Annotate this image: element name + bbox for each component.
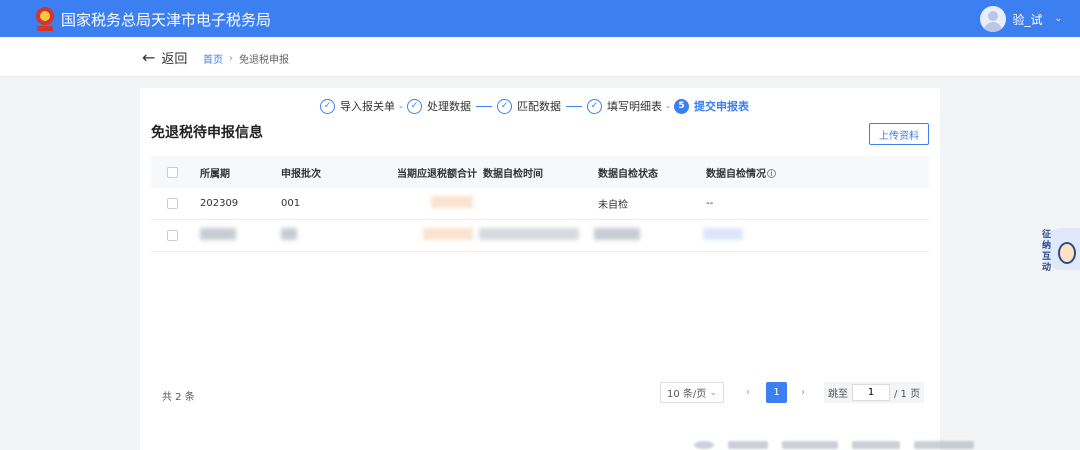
main-card: ✓ 导入报关单 - ✓ 处理数据 ✓ 匹配数据 ✓ 填写明细表 - 5 提交申报… [140,88,940,450]
assistant-avatar-icon [1058,242,1076,264]
page-number-current[interactable]: 1 [766,382,787,403]
step-connector [475,105,492,107]
check-circle-icon: ✓ [586,98,602,114]
upload-button[interactable]: 上传资料 [869,123,929,145]
step-number-badge: 5 [673,98,689,114]
chevron-down-icon: ⌄ [709,387,717,398]
row-checkbox[interactable] [167,198,178,209]
step-label: 导入报关单 [340,100,395,113]
step-label: 提交申报表 [693,100,749,113]
column-header: 数据自检时间 [483,168,543,180]
back-label: 返回 [161,52,188,67]
step-submit-report: 5 提交申报表 [673,98,749,114]
check-result-cell-redacted [703,228,743,243]
step-connector [565,105,582,107]
batch-cell: 001 [281,198,301,209]
user-name: 验_试 [1012,12,1043,27]
step-connector: - [665,99,670,113]
page-size-value: 10 条/页 [667,389,707,400]
page-jump: 跳至 / 1 页 [824,382,925,403]
page-total-label: / 1 页 [894,389,921,400]
period-cell: 202309 [200,198,239,209]
user-menu[interactable]: 验_试 ⌄ [980,6,1062,32]
column-header: 所属期 [200,168,230,180]
breadcrumb-home[interactable]: 首页 [203,51,223,66]
step-label: 匹配数据 [516,100,561,113]
check-status-cell: 未自检 [598,200,628,211]
check-circle-icon: ✓ [320,98,335,114]
page-title: 免退税待申报信息 [151,125,263,141]
chevron-down-icon: ⌄ [1054,14,1062,24]
top-bar: 国家税务总局天津市电子税务局 验_试 ⌄ [0,0,1080,37]
step-label: 处理数据 [426,100,471,113]
column-header: 数据自检状态 [598,168,658,180]
table-row-redacted[interactable] [151,220,929,252]
column-header: 当期应退税额合计 [397,168,477,180]
breadcrumb-current: 免退税申报 [239,55,289,66]
period-cell-redacted [200,228,236,243]
step-match-data: ✓ 匹配数据 [496,98,561,114]
chevron-left-icon[interactable]: ‹ [740,387,756,398]
avatar [980,6,1007,32]
sub-header: ← 返回 首页 › 免退税申报 [0,37,1080,77]
info-circle-icon[interactable]: i [767,169,776,178]
check-circle-icon: ✓ [406,98,422,114]
column-header-with-info: 数据自检情况 i [706,165,776,180]
pagination: 10 条/页 ⌄ ‹ 1 › 跳至 / 1 页 [660,382,925,403]
refund-total-cell-redacted [431,196,473,211]
step-import-declaration: ✓ 导入报关单 [320,98,395,114]
step-process-data: ✓ 处理数据 [406,98,471,114]
refund-total-cell-redacted [423,228,473,243]
row-checkbox[interactable] [167,230,178,241]
site-title: 国家税务总局天津市电子税务局 [61,11,272,29]
table-row[interactable]: 202309 001 未自检 -- [151,188,929,220]
check-circle-icon: ✓ [496,98,512,114]
step-connector: - [399,99,403,113]
progress-stepper: ✓ 导入报关单 - ✓ 处理数据 ✓ 匹配数据 ✓ 填写明细表 - 5 提交申报… [320,98,749,114]
table-header: 所属期 申报批次 当期应退税额合计 数据自检时间 数据自检状态 数据自检情况 i [151,156,929,188]
breadcrumb-separator-icon: › [229,53,233,64]
column-header: 数据自检情况 [706,168,766,180]
page-jump-input[interactable] [852,384,890,401]
breadcrumb: 首页 › 免退税申报 [203,51,289,66]
batch-cell-redacted [281,228,297,243]
check-status-cell-redacted [594,228,640,243]
arrow-left-icon: ← [142,47,156,67]
chevron-right-icon[interactable]: › [795,387,811,398]
bottom-faded-content [694,440,994,450]
jump-label: 跳至 [828,389,848,400]
step-fill-details: ✓ 填写明细表 [586,98,662,114]
step-label: 填写明细表 [606,100,662,113]
total-count: 共 2 条 [162,392,195,403]
tax-emblem-icon [36,7,54,31]
check-time-cell-redacted [479,228,579,243]
select-all-checkbox[interactable] [167,166,178,178]
assistant-label: 征纳互动 [1042,230,1052,273]
assistant-float-button[interactable]: 征纳互动 [1040,228,1080,273]
back-button[interactable]: ← 返回 [142,48,187,67]
page-size-select[interactable]: 10 条/页 ⌄ [660,382,724,403]
column-header: 申报批次 [281,168,321,180]
data-table: 所属期 申报批次 当期应退税额合计 数据自检时间 数据自检状态 数据自检情况 i … [151,156,929,252]
check-result-cell: -- [706,198,714,209]
